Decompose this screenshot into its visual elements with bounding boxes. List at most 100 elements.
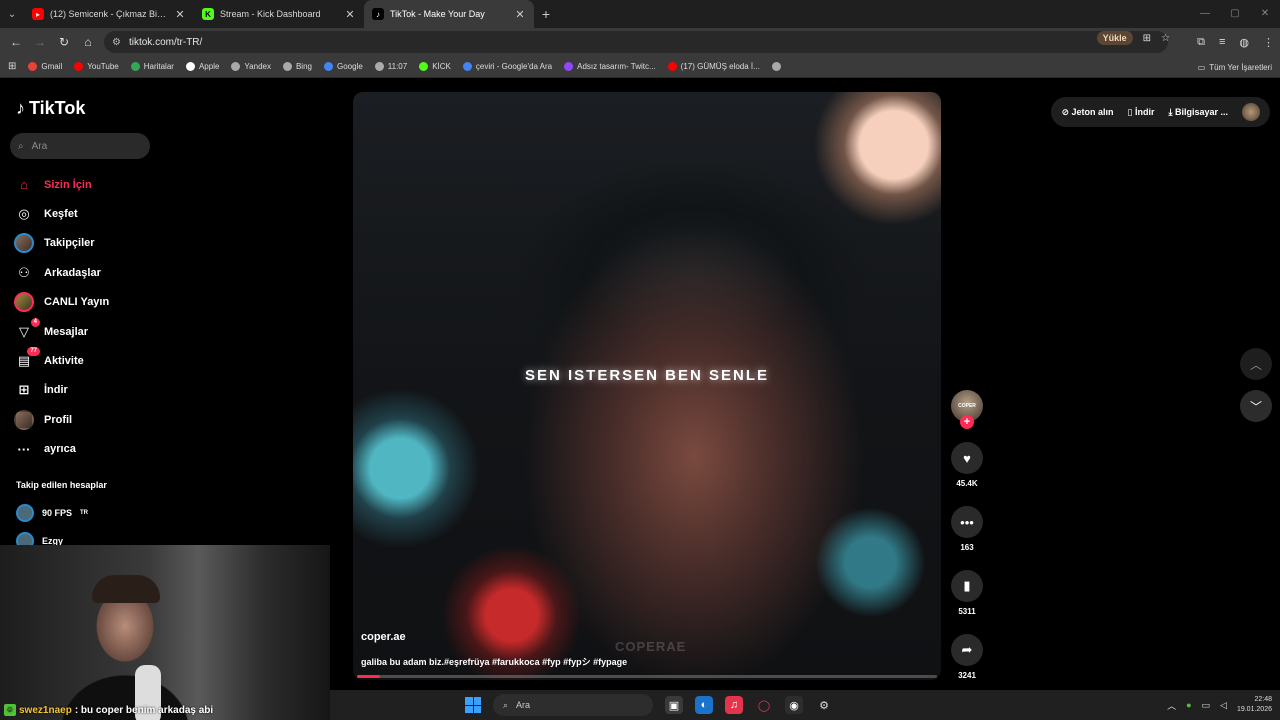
following-account[interactable]: 90 FPS TR	[16, 504, 88, 522]
more-icon: ···	[17, 441, 31, 457]
profile-icon[interactable]: ◍	[1239, 36, 1249, 49]
desktop-app-button[interactable]: ⤓ Bilgisayar ...	[1168, 107, 1228, 118]
bookmark-star-icon[interactable]: ☆	[1161, 33, 1170, 44]
maximize-button[interactable]: ▢	[1220, 0, 1250, 28]
bookmark-yandex[interactable]: Yandex	[231, 62, 271, 71]
minimize-button[interactable]: —	[1190, 0, 1220, 28]
tab-tiktok[interactable]: ♪ TikTok - Make Your Day ✕	[364, 0, 534, 28]
header-actions: ⊘ Jeton alın ▯ İndir ⤓ Bilgisayar ...	[1051, 97, 1270, 127]
close-window-button[interactable]: ✕	[1250, 0, 1280, 28]
steam-icon[interactable]: ⚙	[815, 696, 833, 714]
nav-live[interactable]: CANLI Yayın	[14, 288, 194, 317]
previous-video-button[interactable]: ︿	[1240, 348, 1272, 380]
tab-youtube[interactable]: ▸ (12) Semicenk - Çıkmaz Bir Sok ✕	[24, 0, 194, 28]
close-tab-icon[interactable]: ✕	[344, 8, 356, 21]
chevron-down-icon: ﹀	[1249, 399, 1262, 414]
opera-icon[interactable]: ◯	[755, 696, 773, 714]
youtube-icon	[667, 62, 677, 71]
nav-for-you[interactable]: ⌂ Sizin İçin	[14, 170, 194, 199]
edge-icon[interactable]: ◐	[695, 696, 713, 714]
activity-badge: 77	[27, 347, 40, 357]
get-coins-button[interactable]: ⊘ Jeton alın	[1061, 107, 1113, 118]
follow-plus-icon[interactable]: +	[960, 415, 974, 429]
media-controls-icon[interactable]: ≡	[1219, 36, 1225, 48]
bookmark-youtube-video[interactable]: (17) GÜMÜŞ eloda İ...	[667, 62, 760, 71]
home-button[interactable]: ⌂	[76, 35, 100, 49]
apps-grid-icon[interactable]: ⊞	[8, 61, 16, 72]
video-progress-fill	[357, 675, 381, 678]
windows-start-icon[interactable]	[465, 697, 481, 713]
system-tray: ︿ ● ▭ ◁ 22:48 19.01.2026	[1167, 690, 1272, 720]
menu-icon[interactable]: ⋮	[1263, 36, 1274, 49]
tab-search-icon[interactable]: ⌄	[0, 9, 24, 20]
tiktok-logo[interactable]: ♪ TikTok	[16, 98, 85, 119]
translate-icon[interactable]: ⊞	[1143, 33, 1151, 44]
comment-icon: •••	[960, 514, 974, 530]
nav-messages[interactable]: ▽ 4 Mesajlar	[14, 317, 194, 346]
nav-more[interactable]: ··· ayrıca	[14, 435, 194, 464]
comment-button[interactable]: •••	[951, 506, 983, 538]
bookmarks-bar: ⊞ Gmail YouTube Haritalar Apple Yandex B…	[0, 56, 1280, 78]
plus-square-icon: ⊞	[18, 382, 30, 398]
video-player[interactable]: SEN ISTERSEN BEN SENLE COPERAE coper.ae …	[353, 92, 941, 680]
music-icon[interactable]: ♫	[725, 696, 743, 714]
close-tab-icon[interactable]: ✕	[174, 8, 186, 21]
bookmark-twitch[interactable]: Adsız tasarım- Twitc...	[564, 62, 656, 71]
bookmark-translate[interactable]: çeviri - Google'da Ara	[462, 62, 552, 71]
volume-icon[interactable]: ◁	[1220, 700, 1227, 711]
chat-username: swez1naep	[19, 704, 72, 716]
twitch-icon	[564, 62, 574, 71]
window-controls: — ▢ ✕	[1190, 0, 1280, 28]
all-bookmarks-button[interactable]: ▭ Tüm Yer İşaretleri	[1198, 56, 1272, 78]
bookmark-maps[interactable]: Haritalar	[130, 62, 174, 71]
bookmark-apple[interactable]: Apple	[185, 62, 219, 71]
download-app-button[interactable]: ▯ İndir	[1128, 107, 1155, 118]
reload-button[interactable]: ↻	[52, 35, 76, 49]
site-info-icon[interactable]: ⚙	[112, 37, 121, 48]
forward-button[interactable]: →	[28, 35, 52, 49]
nav-profile[interactable]: Profil	[14, 405, 194, 434]
nav-friends[interactable]: ⚇ Arkadaşlar	[14, 258, 194, 287]
video-progress-bar[interactable]	[357, 675, 937, 678]
new-tab-button[interactable]: +	[534, 6, 558, 22]
avatar[interactable]	[1242, 103, 1260, 121]
chevron-up-icon[interactable]: ︿	[1167, 699, 1176, 712]
google-icon	[323, 62, 333, 71]
save-button[interactable]: ▮	[951, 570, 983, 602]
install-app-button[interactable]: Yükle	[1096, 31, 1133, 45]
save-count: 5311	[958, 607, 976, 616]
extensions-icon[interactable]: ⧉	[1197, 36, 1205, 49]
nav-upload[interactable]: ⊞ İndir	[14, 376, 194, 405]
creator-avatar[interactable]: COPER +	[951, 390, 983, 429]
tiktok-favicon-icon: ♪	[372, 8, 384, 20]
bookmark-youtube[interactable]: YouTube	[74, 62, 119, 71]
video-description: galiba bu adam biz.#eşrefrüya #farukkoca…	[361, 657, 628, 667]
video-author[interactable]: coper.ae	[361, 631, 406, 643]
share-button[interactable]: ➦	[951, 634, 983, 666]
nav-activity[interactable]: ▤ 77 Aktivite	[14, 346, 194, 375]
close-tab-icon[interactable]: ✕	[514, 8, 526, 21]
back-button[interactable]: ←	[4, 35, 28, 49]
network-icon[interactable]: ▭	[1202, 700, 1211, 711]
nav-explore[interactable]: ◎ Keşfet	[14, 199, 194, 228]
tab-kick[interactable]: K Stream - Kick Dashboard ✕	[194, 0, 364, 28]
bookmark-kick[interactable]: KİCK	[419, 62, 451, 71]
bookmark-gmail[interactable]: Gmail	[28, 62, 62, 71]
search-input[interactable]: ⌕ Ara	[10, 133, 150, 159]
address-bar[interactable]: ⚙ tiktok.com/tr-TR/	[104, 31, 1168, 53]
kick-favicon-icon: K	[202, 8, 214, 20]
heart-icon: ♥	[963, 450, 971, 466]
mic-icon[interactable]: ●	[1186, 700, 1191, 710]
clock[interactable]: 22:48 19.01.2026	[1237, 695, 1272, 715]
bookmark-google[interactable]: Google	[323, 62, 363, 71]
next-video-button[interactable]: ﹀	[1240, 390, 1272, 422]
taskbar-search[interactable]: ⌕ Ara	[493, 694, 653, 716]
bookmark-globe[interactable]	[771, 62, 781, 71]
task-view-icon[interactable]: ▣	[665, 696, 683, 714]
bookmark-1107[interactable]: 11:07	[374, 62, 407, 71]
nav-following[interactable]: Takipçiler	[14, 229, 194, 258]
like-button[interactable]: ♥	[951, 442, 983, 474]
bookmark-bing[interactable]: Bing	[282, 62, 312, 71]
chrome-icon[interactable]: ◉	[785, 696, 803, 714]
youtube-icon	[74, 62, 84, 71]
